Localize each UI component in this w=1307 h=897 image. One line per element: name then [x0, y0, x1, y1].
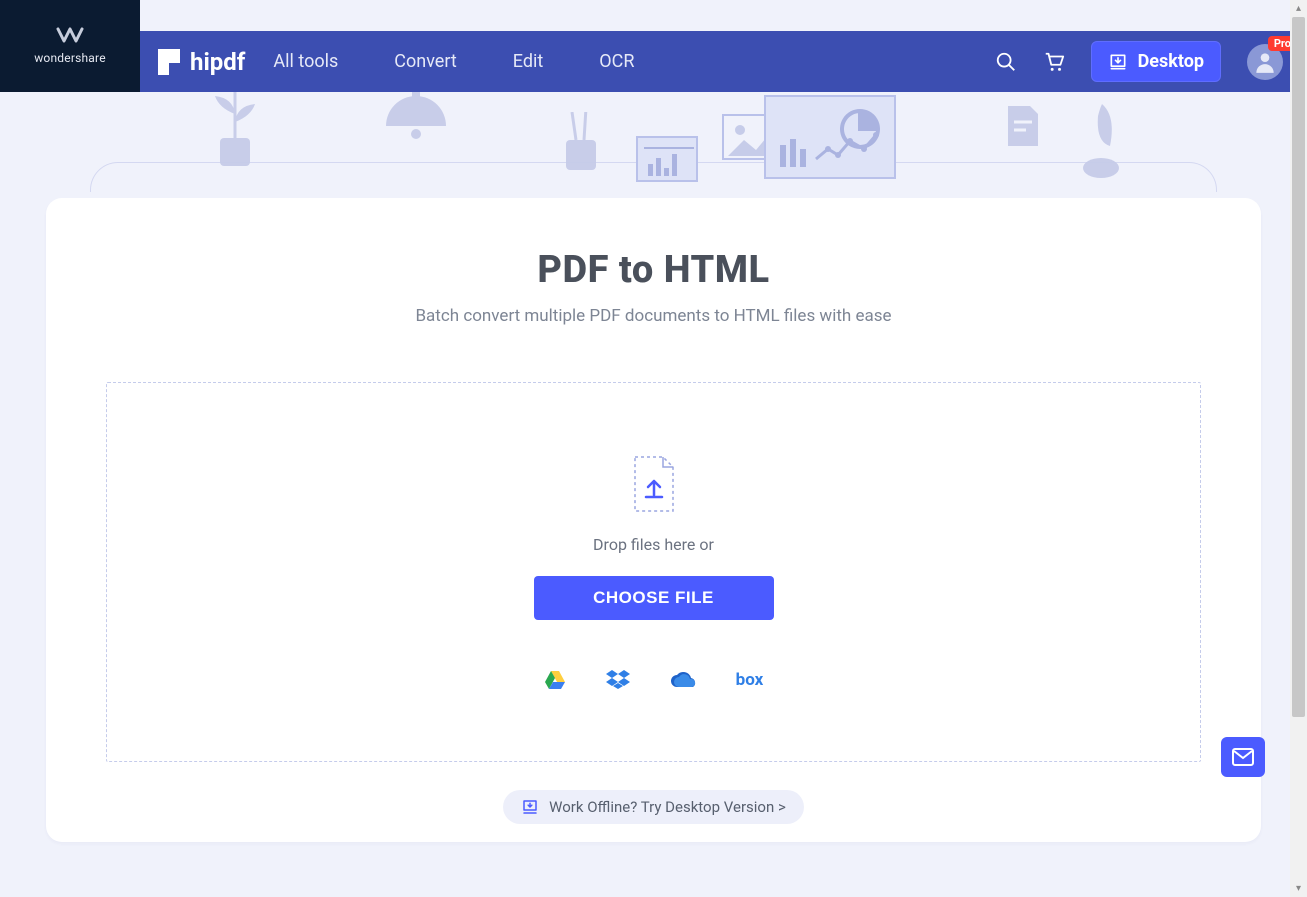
google-drive-icon[interactable] — [544, 670, 566, 690]
page-title: PDF to HTML — [106, 248, 1201, 292]
wondershare-brand-text: wondershare — [34, 51, 106, 65]
pencil-cup-icon — [558, 112, 604, 172]
scrollbar-thumb[interactable] — [1292, 17, 1305, 717]
document-icon — [1006, 104, 1040, 148]
onedrive-icon[interactable] — [670, 671, 696, 689]
cloud-providers: box — [544, 670, 764, 690]
scrollbar[interactable]: ▴ ▾ — [1290, 0, 1307, 897]
upload-file-icon — [631, 455, 677, 513]
box-icon[interactable]: box — [736, 670, 764, 690]
wondershare-brand[interactable]: wondershare — [0, 0, 140, 92]
work-offline-label: Work Offline? Try Desktop Version > — [549, 798, 786, 816]
hero-decoration — [0, 92, 1307, 198]
hipdf-logo-icon — [158, 49, 180, 75]
cart-button[interactable] — [1043, 51, 1065, 73]
desktop-button[interactable]: Desktop — [1091, 41, 1221, 82]
nav-ocr[interactable]: OCR — [599, 51, 634, 72]
search-button[interactable] — [995, 51, 1017, 73]
nav-convert[interactable]: Convert — [394, 51, 457, 72]
plant-icon — [200, 92, 270, 178]
nav-bar: hipdf All tools Convert Edit OCR Desktop — [140, 31, 1307, 92]
header-bar: wondershare hipdf All tools Convert Edit… — [0, 0, 1307, 92]
search-icon — [995, 51, 1017, 73]
scrollbar-down-arrow[interactable]: ▾ — [1290, 880, 1307, 897]
hipdf-logo-text: hipdf — [190, 48, 245, 76]
hipdf-logo[interactable]: hipdf — [158, 48, 245, 76]
feedback-mail-button[interactable] — [1221, 737, 1265, 777]
work-offline-link[interactable]: Work Offline? Try Desktop Version > — [503, 790, 804, 824]
wondershare-logo-icon — [56, 27, 84, 45]
main-card: PDF to HTML Batch convert multiple PDF d… — [46, 198, 1261, 842]
header-right: hipdf All tools Convert Edit OCR Desktop — [140, 0, 1307, 92]
nav-actions: Desktop Pro — [995, 41, 1283, 82]
top-strip — [140, 0, 1307, 31]
desktop-button-label: Desktop — [1138, 51, 1204, 72]
choose-file-button[interactable]: CHOOSE FILE — [534, 576, 774, 620]
download-icon — [1108, 52, 1128, 72]
file-dropzone[interactable]: Drop files here or CHOOSE FILE box — [106, 382, 1201, 762]
nav-items: All tools Convert Edit OCR — [273, 51, 634, 72]
nav-all-tools[interactable]: All tools — [273, 51, 338, 72]
quill-icon — [1076, 102, 1126, 180]
avatar-icon — [1252, 49, 1278, 75]
scrollbar-up-arrow[interactable]: ▴ — [1290, 0, 1307, 17]
desktop-download-icon — [521, 798, 539, 816]
nav-edit[interactable]: Edit — [513, 51, 543, 72]
mail-icon — [1232, 748, 1254, 766]
small-chart-card-icon — [636, 136, 698, 182]
page-subtitle: Batch convert multiple PDF documents to … — [106, 306, 1201, 326]
dashboard-card-icon — [764, 95, 896, 179]
cart-icon — [1043, 51, 1065, 73]
drop-text: Drop files here or — [593, 535, 714, 554]
dropbox-icon[interactable] — [606, 670, 630, 690]
lamp-icon — [376, 92, 456, 148]
user-avatar-wrap[interactable]: Pro — [1247, 44, 1283, 80]
